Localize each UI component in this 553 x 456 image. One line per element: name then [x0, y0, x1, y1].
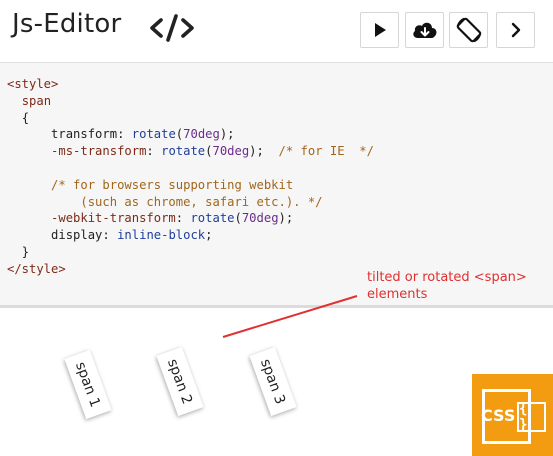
css-logo: CSS { }	[472, 374, 553, 456]
code-line: <style>	[7, 77, 59, 91]
run-button[interactable]	[360, 12, 399, 48]
chevron-right-icon	[511, 22, 520, 38]
code-comment: (such as chrome, safari etc.). */	[80, 194, 323, 209]
code-property: -ms-transform	[51, 144, 147, 159]
rotate-device-icon	[456, 17, 481, 43]
code-comment: /* for browsers supporting webkit	[51, 177, 294, 192]
code-line: }	[21, 244, 30, 259]
code-selector: span	[21, 93, 52, 108]
code-function: rotate	[161, 144, 206, 159]
annotation-line: tilted or rotated <span>	[367, 270, 527, 285]
app-title: Js-Editor	[12, 9, 122, 39]
code-number: 70deg	[183, 127, 220, 142]
annotation-note: tilted or rotated <span> elements	[367, 269, 527, 303]
code-content: <style> span { transform: rotate(70deg);…	[7, 77, 374, 276]
code-property: display	[51, 228, 103, 243]
next-button[interactable]	[496, 12, 535, 48]
editor-header: Js-Editor	[0, 0, 553, 62]
code-property: -webkit-transform	[51, 211, 176, 226]
code-line: </style>	[7, 261, 66, 276]
css-logo-text: CSS	[481, 406, 516, 425]
annotation-line: elements	[367, 287, 428, 302]
css-logo-brace: { }	[517, 401, 546, 433]
play-icon	[374, 23, 386, 37]
code-comment: /* for IE */	[278, 144, 374, 159]
rotate-layout-button[interactable]	[449, 12, 488, 48]
download-button[interactable]	[405, 12, 444, 48]
code-property: transform	[51, 127, 118, 142]
cloud-download-icon	[412, 22, 436, 38]
code-value: inline-block	[117, 228, 206, 243]
code-line: {	[21, 110, 30, 125]
code-number: 70deg	[212, 144, 250, 159]
code-function: rotate	[131, 127, 176, 142]
code-number: 70deg	[241, 211, 279, 226]
code-icon	[150, 14, 194, 42]
code-function: rotate	[190, 211, 235, 226]
